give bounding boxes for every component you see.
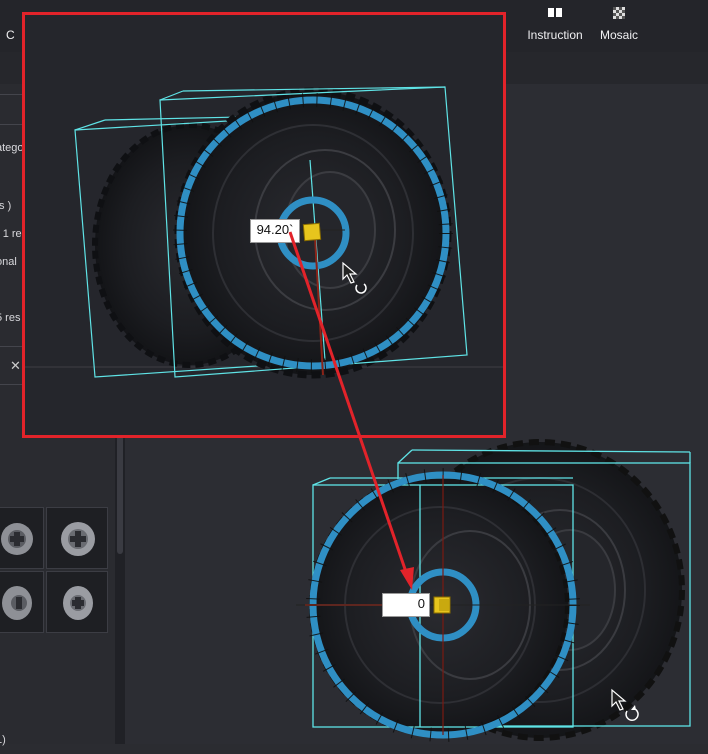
list-item-label: onal [0, 256, 17, 268]
list-item[interactable]: 1) [0, 728, 115, 754]
close-icon[interactable]: ✕ [10, 358, 21, 374]
axis-handle[interactable] [433, 596, 451, 614]
toolbar-partial-label: C [6, 28, 15, 42]
before-rotation-inset: 94.20` [22, 12, 506, 438]
mosaic-button[interactable]: Mosaic [579, 6, 659, 42]
scrollbar-thumb[interactable] [117, 434, 123, 554]
list-item[interactable]: ) [0, 641, 115, 667]
mosaic-icon [579, 6, 659, 24]
part-thumbnail-grid [0, 507, 110, 635]
part-thumbnail[interactable] [0, 507, 44, 569]
part-thumbnail[interactable] [46, 507, 108, 569]
part-thumbnail[interactable] [46, 571, 108, 633]
list-item-label: 5 res [0, 312, 21, 324]
mosaic-label: Mosaic [599, 28, 638, 42]
list-item-label: ts ) [0, 200, 12, 212]
list-item-label: ( 1 re [0, 228, 22, 240]
rotation-value-field[interactable]: 0 [382, 593, 430, 617]
list-item-label: 1) [0, 734, 6, 746]
part-thumbnail[interactable] [0, 571, 44, 633]
rotation-value-field[interactable]: 94.20` [250, 219, 300, 243]
axis-handle[interactable] [302, 222, 322, 242]
